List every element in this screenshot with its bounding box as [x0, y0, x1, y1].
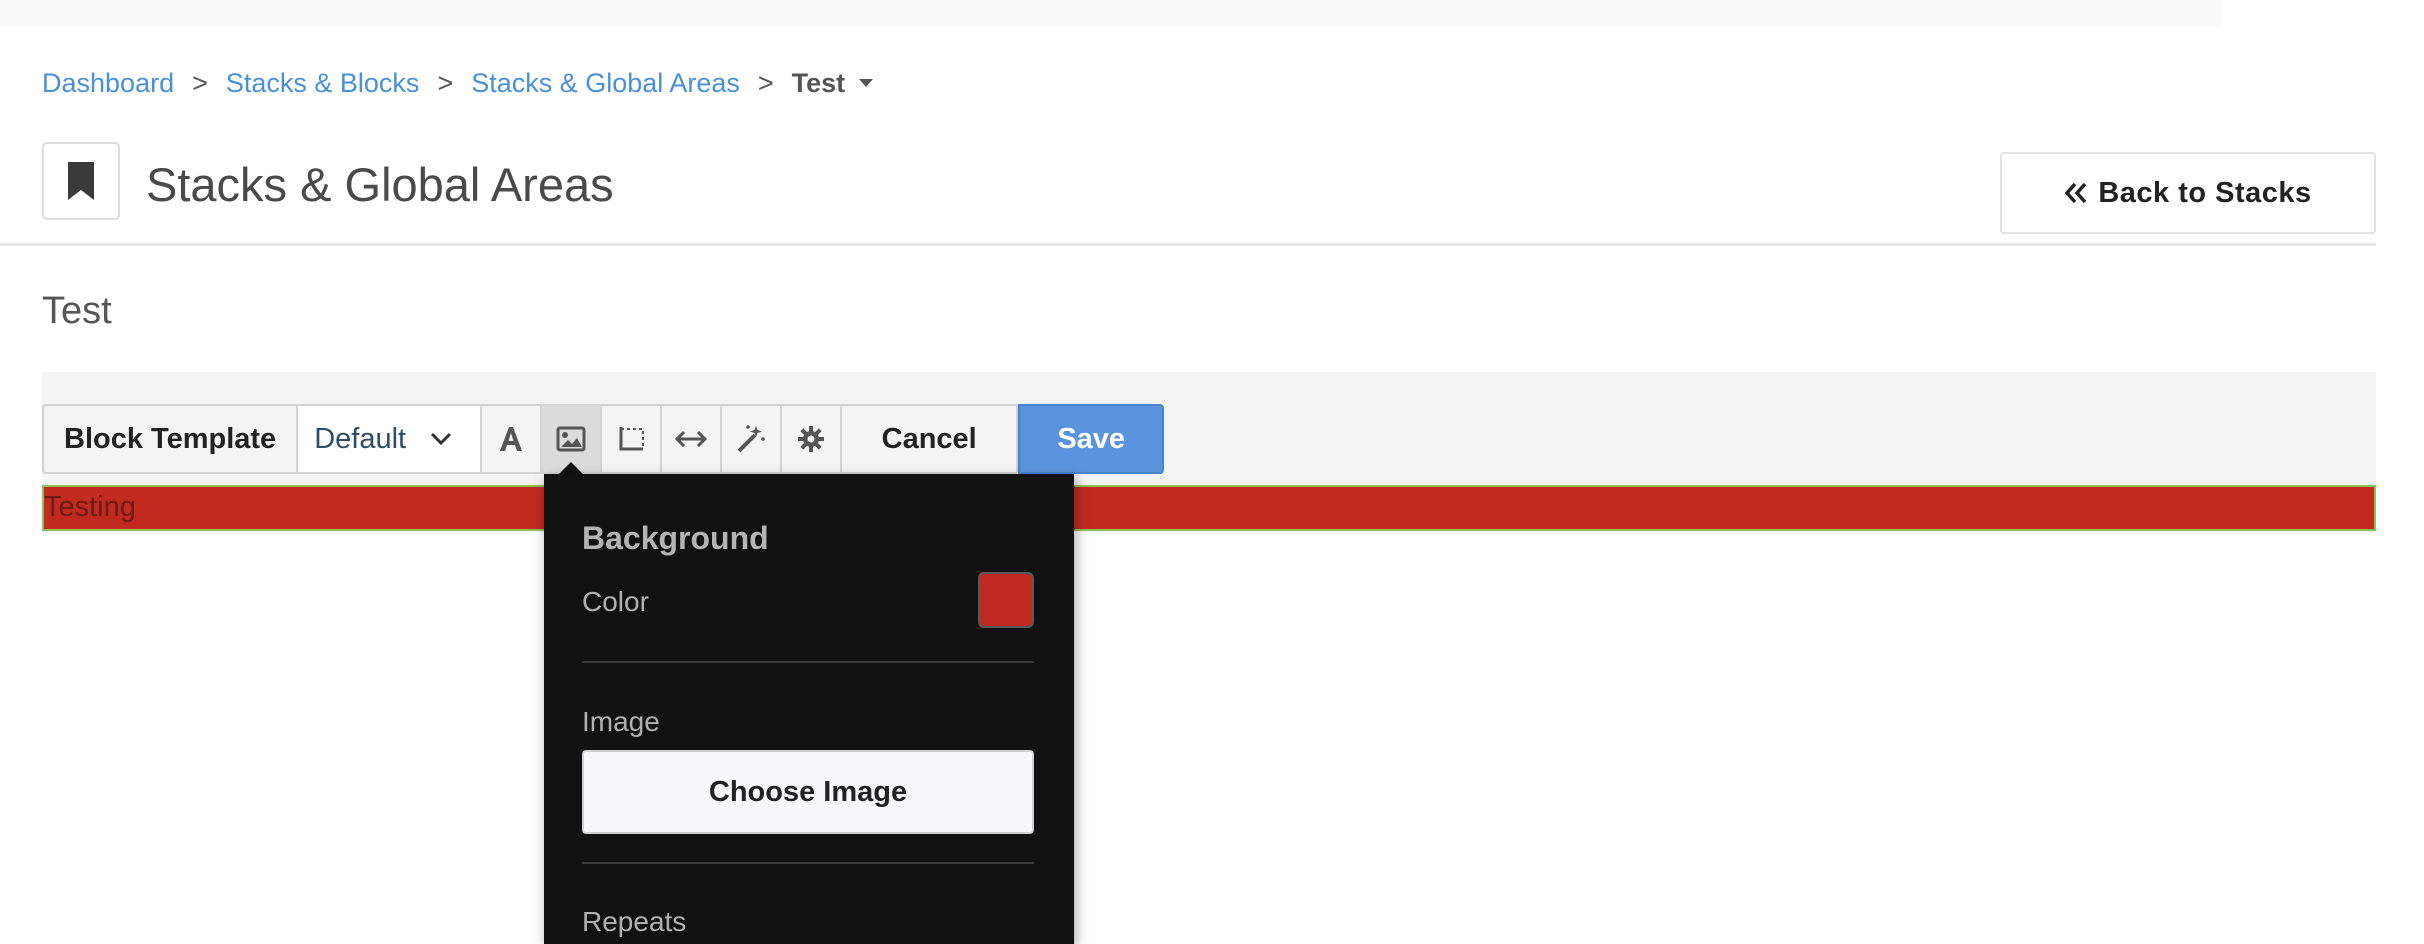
color-swatch[interactable] — [978, 572, 1034, 628]
cancel-button[interactable]: Cancel — [842, 404, 1019, 474]
breadcrumb-dashboard[interactable]: Dashboard — [42, 68, 174, 99]
block-template-value: Default — [314, 422, 407, 455]
magic-wand-icon[interactable] — [722, 404, 783, 474]
border-icon[interactable] — [602, 404, 663, 474]
image-label: Image — [582, 706, 660, 737]
breadcrumb-stacks-blocks[interactable]: Stacks & Blocks — [226, 68, 420, 99]
choose-image-button[interactable]: Choose Image — [582, 750, 1034, 834]
breadcrumb-stacks-global-areas[interactable]: Stacks & Global Areas — [471, 68, 740, 99]
breadcrumb: Dashboard > Stacks & Blocks > Stacks & G… — [42, 66, 874, 100]
image-icon[interactable] — [542, 404, 603, 474]
breadcrumb-separator: > — [757, 67, 774, 98]
gear-icon[interactable] — [782, 404, 843, 474]
stack-name: Test — [42, 290, 112, 332]
bookmark-icon — [42, 142, 120, 220]
caret-down-icon[interactable] — [859, 79, 874, 87]
back-to-stacks-button[interactable]: Back to Stacks — [2000, 152, 2376, 234]
chevron-down-icon — [431, 432, 452, 446]
background-popover: Background Color Image Choose Image Repe… — [544, 474, 1074, 944]
width-icon[interactable] — [662, 404, 723, 474]
popover-divider — [582, 862, 1034, 864]
back-to-stacks-label: Back to Stacks — [2098, 176, 2312, 209]
block-toolbar: Block Template Default Cancel Save — [42, 404, 1165, 474]
block-template-select[interactable]: Default — [296, 404, 483, 474]
page-title: Stacks & Global Areas — [146, 158, 614, 211]
breadcrumb-separator: > — [192, 67, 208, 98]
double-chevron-left-icon — [2064, 182, 2087, 204]
header-divider — [0, 243, 2376, 246]
top-strip — [0, 0, 2222, 26]
color-label: Color — [582, 586, 649, 617]
popover-heading: Background — [582, 520, 769, 556]
breadcrumb-separator: > — [437, 67, 454, 98]
font-icon[interactable] — [482, 404, 543, 474]
block-text: Testing — [44, 491, 136, 523]
block-content[interactable]: Testing — [42, 485, 2376, 531]
breadcrumb-current[interactable]: Test — [792, 68, 846, 99]
popover-divider — [582, 661, 1034, 663]
save-button[interactable]: Save — [1018, 404, 1165, 474]
block-template-label: Block Template — [42, 404, 297, 474]
repeats-label: Repeats — [582, 906, 687, 937]
